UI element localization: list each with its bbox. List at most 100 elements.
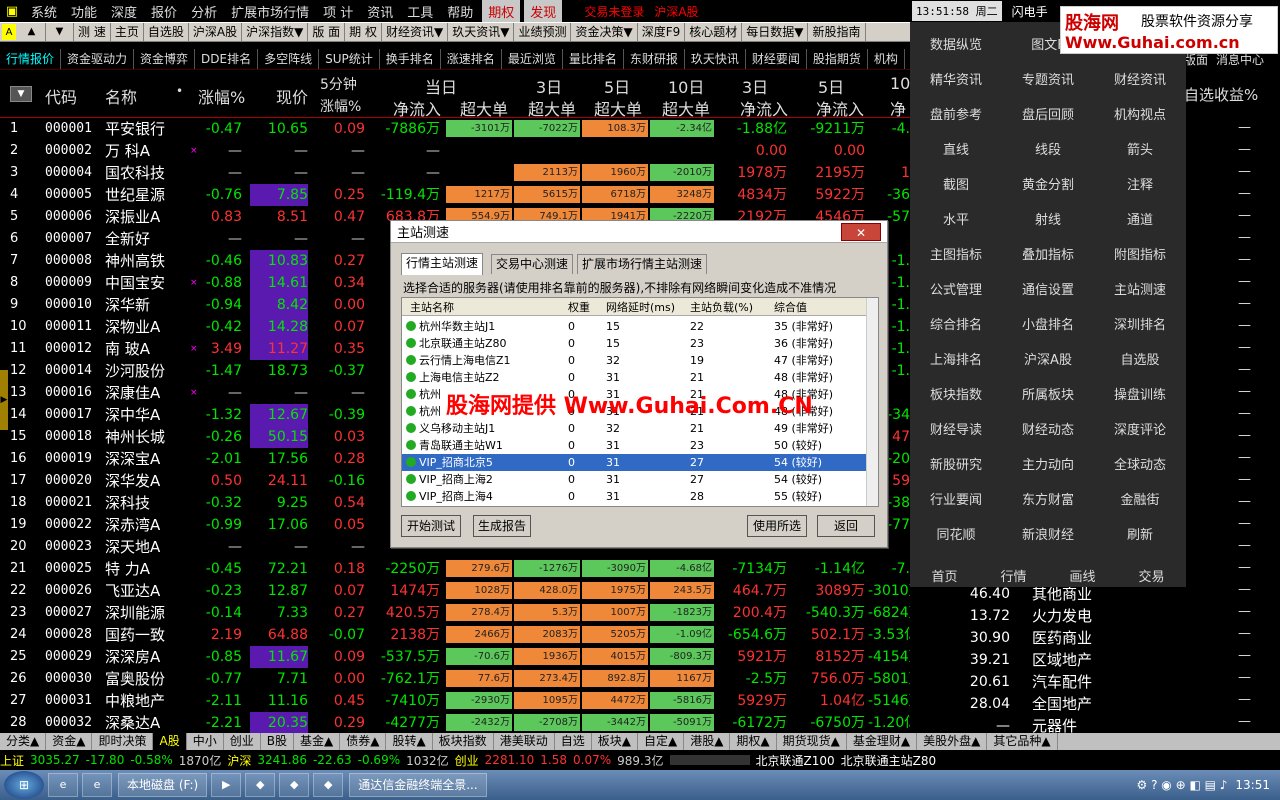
tab-speed[interactable]: 涨速排名 bbox=[441, 48, 502, 69]
quick-menu-item[interactable]: 行业要闻 bbox=[910, 489, 1002, 508]
toolbar-core-theme[interactable]: 核心题材 bbox=[685, 23, 743, 41]
col-3day-super[interactable]: 超大单 bbox=[528, 96, 576, 120]
industry-row[interactable]: 39.21 区域地产 bbox=[960, 649, 1280, 671]
use-selected-button[interactable]: 使用所选 bbox=[747, 515, 807, 537]
tab-sup[interactable]: SUP统计 bbox=[319, 48, 380, 69]
quick-menu-item[interactable]: 截图 bbox=[910, 174, 1002, 193]
tray-icons[interactable]: ⚙ ? ◉ ⊕ ◧ ▤ ♪ bbox=[1137, 778, 1228, 792]
quick-menu-item[interactable]: 叠加指标 bbox=[1002, 244, 1094, 263]
quick-menu-item[interactable]: 操盘训练 bbox=[1094, 384, 1186, 403]
server-col-score[interactable]: 综合值 bbox=[774, 299, 807, 315]
col-5min-top[interactable]: 5分钟 bbox=[320, 74, 357, 94]
toolbar-options[interactable]: 期 权 bbox=[345, 23, 382, 41]
tab-recent[interactable]: 最近浏览 bbox=[502, 48, 563, 69]
quick-menu-item[interactable]: 东方财富 bbox=[1002, 489, 1094, 508]
toolbar-jiutian[interactable]: 玖天资讯▼ bbox=[448, 23, 515, 41]
toolbar-layout[interactable]: 版 面 bbox=[308, 23, 346, 41]
market-tab[interactable]: 自选 bbox=[555, 733, 592, 750]
col-5day-super[interactable]: 超大单 bbox=[594, 96, 642, 120]
toolbar-fund-decision[interactable]: 资金决策▼ bbox=[571, 23, 638, 41]
menu-item-analysis[interactable]: 分析 bbox=[184, 2, 224, 21]
col-code[interactable]: 代码 bbox=[45, 84, 77, 108]
quick-menu-item[interactable]: 主图指标 bbox=[910, 244, 1002, 263]
quick-menu-item[interactable]: 金融街 bbox=[1094, 489, 1186, 508]
server-col-name[interactable]: 主站名称 bbox=[410, 299, 454, 315]
col-super[interactable]: 超大单 bbox=[460, 96, 508, 120]
server-row[interactable]: VIP_招商上海4 0 31 28 55 (较好) bbox=[402, 488, 868, 505]
market-tab[interactable]: 股转▲ bbox=[386, 733, 433, 750]
menu-item-options[interactable]: 期权 bbox=[482, 0, 521, 23]
menu-item-discover[interactable]: 发现 bbox=[524, 0, 563, 23]
quick-menu-item[interactable]: 附图指标 bbox=[1094, 244, 1186, 263]
dialog-tab-ext-server[interactable]: 扩展市场行情主站测速 bbox=[577, 254, 708, 274]
quick-menu-item[interactable]: 自选股 bbox=[1094, 349, 1186, 368]
quick-menu-item[interactable]: 刷新 bbox=[1094, 524, 1186, 543]
quick-menu-item[interactable]: 直线 bbox=[910, 139, 1002, 158]
col-3day-b[interactable]: 3日 bbox=[742, 74, 768, 98]
col-10day[interactable]: 10日 bbox=[668, 74, 704, 98]
dialog-tab-trade-center[interactable]: 交易中心测速 bbox=[491, 254, 574, 274]
toolbar-watchlist[interactable]: 自选股 bbox=[144, 23, 189, 41]
quick-menu-item[interactable]: 盘后回顾 bbox=[1002, 104, 1094, 123]
tab-dde[interactable]: DDE排名 bbox=[195, 48, 259, 69]
market-tab[interactable]: 即时决策 bbox=[92, 733, 154, 750]
quick-menu-item[interactable]: 财经动态 bbox=[1002, 419, 1094, 438]
left-collapse-handle[interactable]: ▶ bbox=[0, 370, 8, 430]
quick-menu-item[interactable]: 财经导读 bbox=[910, 419, 1002, 438]
col-name[interactable]: 名称 bbox=[105, 84, 137, 108]
market-tab[interactable]: 港股▲ bbox=[684, 733, 731, 750]
media-player-icon[interactable]: ▶ bbox=[211, 773, 242, 797]
market-tab[interactable]: A股 bbox=[153, 733, 187, 750]
quick-menu-item[interactable]: 黄金分割 bbox=[1002, 174, 1094, 193]
quick-menu-item[interactable]: 财经资讯 bbox=[1094, 69, 1186, 88]
tab-fund-game[interactable]: 资金博弈 bbox=[134, 48, 196, 69]
quick-menu-item[interactable]: 数据纵览 bbox=[910, 34, 1002, 53]
menu-item-help[interactable]: 帮助 bbox=[440, 2, 480, 21]
quick-menu-item[interactable]: 板块指数 bbox=[910, 384, 1002, 403]
quick-menu-item[interactable]: 机构视点 bbox=[1094, 104, 1186, 123]
toolbar-forecast[interactable]: 业绩预测 bbox=[514, 23, 572, 41]
tab-fund-drive[interactable]: 资金驱动力 bbox=[61, 48, 135, 69]
server-status-1[interactable]: 北京联通Z100 bbox=[756, 752, 835, 769]
server-row[interactable]: 青岛联通主站W1 0 31 23 50 (较好) bbox=[402, 437, 868, 454]
market-tab[interactable]: 创业 bbox=[224, 733, 261, 750]
toolbar-hs-index[interactable]: 沪深指数▼ bbox=[242, 23, 309, 41]
menu-item-quote[interactable]: 报价 bbox=[144, 2, 184, 21]
quick-menu-nav-3[interactable]: 交易 bbox=[1117, 566, 1186, 585]
col-5day-net[interactable]: 净流入 bbox=[816, 96, 864, 120]
taskbar-explorer[interactable]: 本地磁盘 (F:) bbox=[118, 773, 208, 797]
browser-icon[interactable]: e bbox=[82, 773, 112, 797]
server-status-2[interactable]: 北京联通主站Z80 bbox=[841, 752, 937, 769]
quick-menu-item[interactable]: 深度评论 bbox=[1094, 419, 1186, 438]
market-tab[interactable]: 基金▲ bbox=[294, 733, 341, 750]
market-tab[interactable]: 港美联动 bbox=[494, 733, 555, 750]
industry-row[interactable]: 30.90 医药商业 bbox=[960, 627, 1280, 649]
cy-label[interactable]: 创业 bbox=[455, 752, 479, 769]
quick-menu-item[interactable]: 综合排名 bbox=[910, 314, 1002, 333]
market-tab[interactable]: 基金理财▲ bbox=[847, 733, 918, 750]
menu-item-news[interactable]: 资讯 bbox=[360, 2, 400, 21]
quick-menu-nav-2[interactable]: 画线 bbox=[1048, 566, 1117, 585]
server-row[interactable]: 云行情上海电信Z1 0 32 19 47 (非常好) bbox=[402, 352, 868, 369]
col-pct[interactable]: 涨幅% bbox=[198, 84, 245, 108]
col-today[interactable]: 当日 bbox=[425, 74, 457, 98]
app-icon-1[interactable]: ◆ bbox=[245, 773, 276, 797]
col-price[interactable]: 现价 bbox=[276, 84, 308, 108]
quick-menu-item[interactable]: 全球动态 bbox=[1094, 454, 1186, 473]
flash-trade-button[interactable]: 闪电手 bbox=[1012, 3, 1048, 20]
server-row[interactable]: 杭州华数主站J1 0 15 22 35 (非常好) bbox=[402, 318, 868, 335]
ie-icon[interactable]: e bbox=[48, 773, 78, 797]
tab-quotes[interactable]: 行情报价 bbox=[0, 48, 62, 69]
quick-menu-item[interactable]: 小盘排名 bbox=[1002, 314, 1094, 333]
quick-menu-item[interactable]: 通道 bbox=[1094, 209, 1186, 228]
market-tab[interactable]: 分类▲ bbox=[0, 733, 47, 750]
quick-menu-item[interactable]: 盘前参考 bbox=[910, 104, 1002, 123]
sort-dropdown-icon[interactable]: ▼ bbox=[10, 86, 32, 102]
quick-menu-nav-1[interactable]: 行情 bbox=[979, 566, 1048, 585]
server-row[interactable]: 义乌移动主站J1 0 32 21 49 (非常好) bbox=[402, 420, 868, 437]
menu-item-system[interactable]: 系统 bbox=[24, 2, 64, 21]
market-tab[interactable]: 中小 bbox=[187, 733, 224, 750]
market-tab[interactable]: B股 bbox=[261, 733, 294, 750]
quick-menu-item[interactable]: 沪深A股 bbox=[1002, 349, 1094, 368]
quick-menu-item[interactable]: 水平 bbox=[910, 209, 1002, 228]
